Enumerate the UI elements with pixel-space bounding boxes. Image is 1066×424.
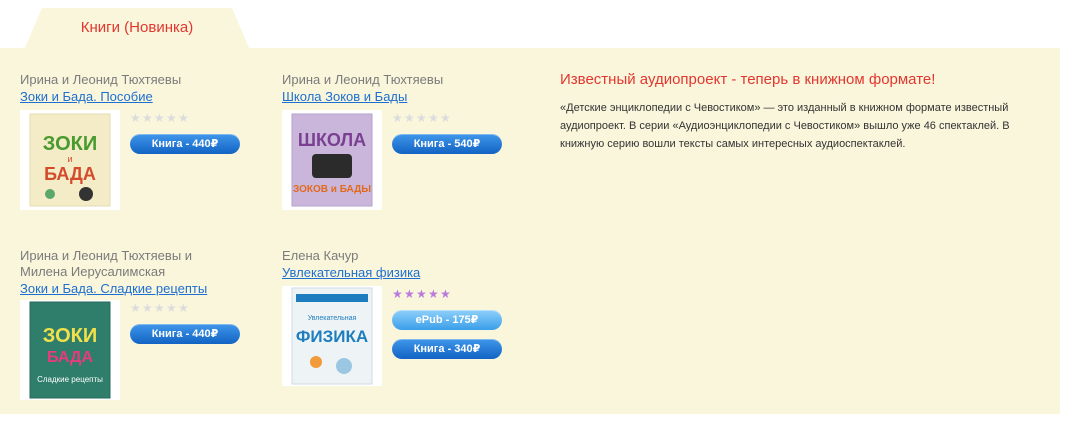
svg-text:Сладкие рецепты: Сладкие рецепты (37, 375, 103, 384)
svg-text:ЗОКИ: ЗОКИ (43, 133, 97, 155)
star-empty-icon: ★ (142, 111, 153, 125)
star-filled-icon: ★ (404, 287, 415, 301)
promo-block: Известный аудиопроект - теперь в книжном… (560, 70, 1020, 153)
promo-text: «Детские энциклопедии с Чевостиком» — эт… (560, 102, 1010, 150)
star-empty-icon: ★ (154, 111, 165, 125)
promo-title: Известный аудиопроект - теперь в книжном… (560, 71, 936, 88)
svg-text:и: и (67, 154, 72, 164)
svg-text:ЗОКИ: ЗОКИ (43, 325, 97, 347)
star-empty-icon: ★ (178, 111, 189, 125)
book-card: Ирина и Леонид Тюхтяевы и Милена Иерусал… (20, 248, 270, 418)
book-author: Ирина и Леонид Тюхтяевы (20, 72, 182, 87)
book-card: Ирина и Леонид Тюхтяевы Зоки и Бада. Пос… (20, 72, 270, 242)
book-cover[interactable]: ЗОКИ и БАДА (20, 110, 120, 210)
buy-book-button[interactable]: Книга - 440₽ (130, 134, 240, 154)
star-empty-icon: ★ (130, 111, 141, 125)
star-filled-icon: ★ (428, 287, 439, 301)
star-empty-icon: ★ (154, 301, 165, 315)
rating-stars: ★★★★★ (130, 112, 190, 124)
svg-text:БАДА: БАДА (47, 349, 93, 366)
svg-text:БАДА: БАДА (44, 164, 96, 184)
svg-text:Увлекательная: Увлекательная (308, 315, 357, 322)
book-title-link[interactable]: Увлекательная физика (282, 265, 420, 281)
book-title-link[interactable]: Школа Зоков и Бады (282, 89, 407, 105)
book-author: Ирина и Леонид Тюхтяевы и Милена Иерусал… (20, 248, 193, 279)
star-empty-icon: ★ (392, 111, 403, 125)
star-filled-icon: ★ (416, 287, 427, 301)
star-empty-icon: ★ (166, 301, 177, 315)
star-empty-icon: ★ (142, 301, 153, 315)
buy-book-button[interactable]: Книга - 440₽ (130, 324, 240, 344)
svg-text:ШКОЛА: ШКОЛА (298, 130, 366, 150)
rating-stars: ★★★★★ (130, 302, 190, 314)
svg-text:ФИЗИКА: ФИЗИКА (296, 327, 368, 346)
book-card: Ирина и Леонид Тюхтяевы Школа Зоков и Ба… (282, 72, 532, 242)
buy-book-button[interactable]: Книга - 340₽ (392, 339, 502, 359)
book-cover[interactable]: Увлекательная ФИЗИКА (282, 286, 382, 386)
tab-label: Книги (Новинка) (80, 19, 194, 36)
buy-epub-button[interactable]: ePub - 175₽ (392, 310, 502, 330)
star-empty-icon: ★ (130, 301, 141, 315)
book-author: Елена Качур (282, 248, 359, 263)
star-empty-icon: ★ (440, 111, 451, 125)
star-empty-icon: ★ (428, 111, 439, 125)
star-empty-icon: ★ (166, 111, 177, 125)
star-empty-icon: ★ (404, 111, 415, 125)
star-empty-icon: ★ (178, 301, 189, 315)
star-filled-icon: ★ (392, 287, 403, 301)
star-filled-icon: ★ (440, 287, 451, 301)
book-author: Ирина и Леонид Тюхтяевы (282, 72, 444, 87)
book-cover[interactable]: ЗОКИ БАДА Сладкие рецепты (20, 300, 120, 400)
svg-text:ЗОКОВ и БАДЫ: ЗОКОВ и БАДЫ (293, 184, 371, 195)
book-cover[interactable]: ШКОЛА ЗОКОВ и БАДЫ (282, 110, 382, 210)
tab-books-new[interactable]: Книги (Новинка) (24, 8, 250, 50)
book-title-link[interactable]: Зоки и Бада. Пособие (20, 89, 153, 105)
rating-stars: ★★★★★ (392, 288, 452, 300)
buy-book-button[interactable]: Книга - 540₽ (392, 134, 502, 154)
book-card: Елена Качур Увлекательная физика Увлекат… (282, 248, 532, 418)
rating-stars: ★★★★★ (392, 112, 452, 124)
star-empty-icon: ★ (416, 111, 427, 125)
book-title-link[interactable]: Зоки и Бада. Сладкие рецепты (20, 281, 207, 297)
